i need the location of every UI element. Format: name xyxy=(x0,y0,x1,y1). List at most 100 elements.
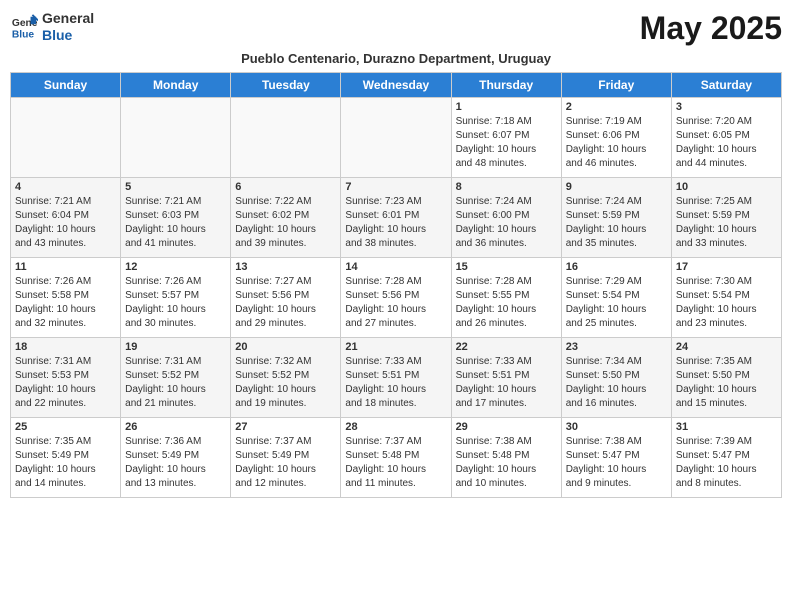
calendar-cell: 14 Sunrise: 7:28 AM Sunset: 5:56 PM Dayli… xyxy=(341,258,451,338)
calendar-cell: 2 Sunrise: 7:19 AM Sunset: 6:06 PM Daylig… xyxy=(561,98,671,178)
day-info: Sunrise: 7:19 AM Sunset: 6:06 PM Dayligh… xyxy=(566,115,667,171)
day-number: 28 xyxy=(345,421,446,433)
calendar-cell: 10 Sunrise: 7:25 AM Sunset: 5:59 PM Dayli… xyxy=(671,178,781,258)
day-number: 14 xyxy=(345,261,446,273)
day-number: 30 xyxy=(566,421,667,433)
calendar-cell xyxy=(11,98,121,178)
day-info: Sunrise: 7:35 AM Sunset: 5:50 PM Dayligh… xyxy=(676,355,777,411)
day-info: Sunrise: 7:39 AM Sunset: 5:47 PM Dayligh… xyxy=(676,435,777,491)
day-number: 20 xyxy=(235,341,336,353)
day-number: 16 xyxy=(566,261,667,273)
day-info: Sunrise: 7:28 AM Sunset: 5:55 PM Dayligh… xyxy=(456,275,557,331)
calendar-cell: 25Sunrise: 7:35 AM Sunset: 5:49 PM Dayli… xyxy=(11,418,121,498)
header-sunday: Sunday xyxy=(11,73,121,98)
day-number: 24 xyxy=(676,341,777,353)
header-thursday: Thursday xyxy=(451,73,561,98)
day-info: Sunrise: 7:33 AM Sunset: 5:51 PM Dayligh… xyxy=(345,355,446,411)
header-monday: Monday xyxy=(121,73,231,98)
header-saturday: Saturday xyxy=(671,73,781,98)
day-info: Sunrise: 7:26 AM Sunset: 5:57 PM Dayligh… xyxy=(125,275,226,331)
day-info: Sunrise: 7:20 AM Sunset: 6:05 PM Dayligh… xyxy=(676,115,777,171)
page-header: General Blue General Blue May 2025 xyxy=(10,10,782,47)
calendar-cell: 21 Sunrise: 7:33 AM Sunset: 5:51 PM Dayli… xyxy=(341,338,451,418)
day-number: 23 xyxy=(566,341,667,353)
calendar-cell: 15 Sunrise: 7:28 AM Sunset: 5:55 PM Dayli… xyxy=(451,258,561,338)
day-info: Sunrise: 7:35 AM Sunset: 5:49 PM Dayligh… xyxy=(15,435,116,491)
header-tuesday: Tuesday xyxy=(231,73,341,98)
calendar-cell: 11 Sunrise: 7:26 AM Sunset: 5:58 PM Dayli… xyxy=(11,258,121,338)
calendar-cell: 27 Sunrise: 7:37 AM Sunset: 5:49 PM Dayli… xyxy=(231,418,341,498)
day-info: Sunrise: 7:36 AM Sunset: 5:49 PM Dayligh… xyxy=(125,435,226,491)
calendar-cell: 8Sunrise: 7:24 AM Sunset: 6:00 PM Daylig… xyxy=(451,178,561,258)
logo: General Blue General Blue xyxy=(10,10,94,44)
day-number: 15 xyxy=(456,261,557,273)
day-number: 5 xyxy=(125,181,226,193)
calendar-cell: 30Sunrise: 7:38 AM Sunset: 5:47 PM Dayli… xyxy=(561,418,671,498)
day-number: 4 xyxy=(15,181,116,193)
calendar-cell: 16 Sunrise: 7:29 AM Sunset: 5:54 PM Dayli… xyxy=(561,258,671,338)
day-number: 11 xyxy=(15,261,116,273)
day-number: 2 xyxy=(566,101,667,113)
calendar-cell: 26Sunrise: 7:36 AM Sunset: 5:49 PM Dayli… xyxy=(121,418,231,498)
day-number: 22 xyxy=(456,341,557,353)
calendar-cell: 23 Sunrise: 7:34 AM Sunset: 5:50 PM Dayli… xyxy=(561,338,671,418)
day-number: 31 xyxy=(676,421,777,433)
day-info: Sunrise: 7:38 AM Sunset: 5:48 PM Dayligh… xyxy=(456,435,557,491)
month-title: May 2025 xyxy=(640,10,782,47)
day-number: 10 xyxy=(676,181,777,193)
day-number: 19 xyxy=(125,341,226,353)
logo-icon: General Blue xyxy=(10,13,38,41)
day-info: Sunrise: 7:28 AM Sunset: 5:56 PM Dayligh… xyxy=(345,275,446,331)
day-number: 29 xyxy=(456,421,557,433)
day-info: Sunrise: 7:26 AM Sunset: 5:58 PM Dayligh… xyxy=(15,275,116,331)
calendar-header-row: SundayMondayTuesdayWednesdayThursdayFrid… xyxy=(11,73,782,98)
calendar-cell: 4 Sunrise: 7:21 AM Sunset: 6:04 PM Daylig… xyxy=(11,178,121,258)
calendar-cell: 24 Sunrise: 7:35 AM Sunset: 5:50 PM Dayli… xyxy=(671,338,781,418)
day-number: 27 xyxy=(235,421,336,433)
day-info: Sunrise: 7:22 AM Sunset: 6:02 PM Dayligh… xyxy=(235,195,336,251)
calendar-cell: 17 Sunrise: 7:30 AM Sunset: 5:54 PM Dayli… xyxy=(671,258,781,338)
day-info: Sunrise: 7:31 AM Sunset: 5:52 PM Dayligh… xyxy=(125,355,226,411)
day-number: 1 xyxy=(456,101,557,113)
calendar-cell: 12 Sunrise: 7:26 AM Sunset: 5:57 PM Dayli… xyxy=(121,258,231,338)
day-info: Sunrise: 7:27 AM Sunset: 5:56 PM Dayligh… xyxy=(235,275,336,331)
day-number: 21 xyxy=(345,341,446,353)
day-number: 12 xyxy=(125,261,226,273)
header-friday: Friday xyxy=(561,73,671,98)
day-number: 13 xyxy=(235,261,336,273)
day-info: Sunrise: 7:18 AM Sunset: 6:07 PM Dayligh… xyxy=(456,115,557,171)
day-info: Sunrise: 7:33 AM Sunset: 5:51 PM Dayligh… xyxy=(456,355,557,411)
day-info: Sunrise: 7:34 AM Sunset: 5:50 PM Dayligh… xyxy=(566,355,667,411)
day-info: Sunrise: 7:24 AM Sunset: 5:59 PM Dayligh… xyxy=(566,195,667,251)
calendar-week-row: 1 Sunrise: 7:18 AM Sunset: 6:07 PM Daylig… xyxy=(11,98,782,178)
day-info: Sunrise: 7:37 AM Sunset: 5:48 PM Dayligh… xyxy=(345,435,446,491)
calendar-week-row: 25Sunrise: 7:35 AM Sunset: 5:49 PM Dayli… xyxy=(11,418,782,498)
day-info: Sunrise: 7:25 AM Sunset: 5:59 PM Dayligh… xyxy=(676,195,777,251)
calendar-cell: 19 Sunrise: 7:31 AM Sunset: 5:52 PM Dayli… xyxy=(121,338,231,418)
calendar-week-row: 11 Sunrise: 7:26 AM Sunset: 5:58 PM Dayli… xyxy=(11,258,782,338)
calendar-cell: 28 Sunrise: 7:37 AM Sunset: 5:48 PM Dayli… xyxy=(341,418,451,498)
calendar-cell: 7Sunrise: 7:23 AM Sunset: 6:01 PM Daylig… xyxy=(341,178,451,258)
day-info: Sunrise: 7:29 AM Sunset: 5:54 PM Dayligh… xyxy=(566,275,667,331)
logo-general-text: General xyxy=(42,10,94,27)
calendar-cell: 29 Sunrise: 7:38 AM Sunset: 5:48 PM Dayli… xyxy=(451,418,561,498)
day-info: Sunrise: 7:37 AM Sunset: 5:49 PM Dayligh… xyxy=(235,435,336,491)
day-number: 8 xyxy=(456,181,557,193)
calendar-week-row: 4 Sunrise: 7:21 AM Sunset: 6:04 PM Daylig… xyxy=(11,178,782,258)
day-number: 7 xyxy=(345,181,446,193)
svg-text:Blue: Blue xyxy=(12,29,35,40)
calendar-table: SundayMondayTuesdayWednesdayThursdayFrid… xyxy=(10,72,782,498)
calendar-cell: 5 Sunrise: 7:21 AM Sunset: 6:03 PM Daylig… xyxy=(121,178,231,258)
day-info: Sunrise: 7:21 AM Sunset: 6:04 PM Dayligh… xyxy=(15,195,116,251)
calendar-cell: 6 Sunrise: 7:22 AM Sunset: 6:02 PM Daylig… xyxy=(231,178,341,258)
calendar-cell: 18Sunrise: 7:31 AM Sunset: 5:53 PM Dayli… xyxy=(11,338,121,418)
day-number: 17 xyxy=(676,261,777,273)
day-number: 9 xyxy=(566,181,667,193)
subtitle: Pueblo Centenario, Durazno Department, U… xyxy=(10,51,782,66)
day-info: Sunrise: 7:30 AM Sunset: 5:54 PM Dayligh… xyxy=(676,275,777,331)
day-number: 6 xyxy=(235,181,336,193)
day-info: Sunrise: 7:32 AM Sunset: 5:52 PM Dayligh… xyxy=(235,355,336,411)
day-number: 3 xyxy=(676,101,777,113)
day-info: Sunrise: 7:31 AM Sunset: 5:53 PM Dayligh… xyxy=(15,355,116,411)
day-info: Sunrise: 7:21 AM Sunset: 6:03 PM Dayligh… xyxy=(125,195,226,251)
